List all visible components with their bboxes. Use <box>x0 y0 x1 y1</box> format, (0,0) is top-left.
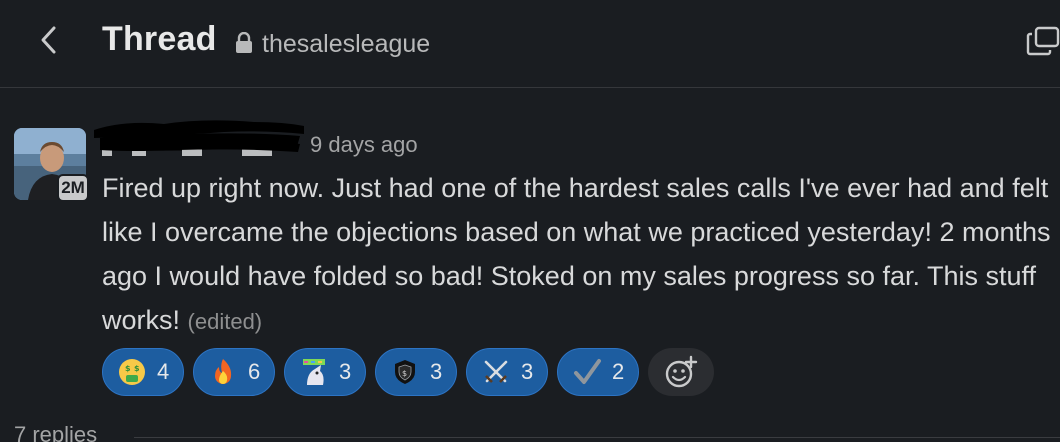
svg-text:$: $ <box>402 369 407 378</box>
fire-icon <box>215 359 232 384</box>
lock-icon <box>236 32 252 53</box>
reaction-count: 6 <box>248 359 261 384</box>
reaction-count: 3 <box>430 359 443 384</box>
channel-name[interactable]: thesalesleague <box>262 30 430 59</box>
reaction-count: 2 <box>612 359 625 384</box>
money-mouth-face-icon: $ $ <box>119 359 145 385</box>
message-text: Fired up right now. Just had one of the … <box>102 166 1057 344</box>
reaction-fire[interactable]: 6 <box>193 348 275 396</box>
message-timestamp[interactable]: 9 days ago <box>310 132 418 158</box>
reaction-count: 3 <box>339 359 352 384</box>
thread-view: Thread thesalesleague 2M 9 days ago Fire… <box>0 0 1060 442</box>
reaction-bar: $ $ 4 6 3 $ 3 3 2 <box>102 348 714 396</box>
shield-badge-icon: $ <box>395 360 415 384</box>
chevron-left-icon[interactable] <box>36 22 62 58</box>
page-title: Thread <box>102 20 217 58</box>
replies-divider <box>134 437 1060 438</box>
unicorn-money-icon <box>303 359 325 385</box>
add-emoji-icon <box>665 355 698 388</box>
crossed-swords-icon <box>484 360 508 383</box>
open-in-window-icon[interactable] <box>1026 24 1060 58</box>
status-badge: 2M <box>57 174 89 202</box>
reaction-crossed-swords[interactable]: 3 <box>466 348 548 396</box>
author-name-redacted[interactable] <box>92 116 312 160</box>
svg-text:$: $ <box>134 364 140 373</box>
edited-label: (edited) <box>187 309 263 334</box>
svg-text:$: $ <box>125 364 131 373</box>
replies-count: 7 replies <box>14 422 98 442</box>
thread-header: Thread thesalesleague <box>0 0 1060 88</box>
reaction-money-mouth[interactable]: $ $ 4 <box>102 348 184 396</box>
reaction-shield[interactable]: $ 3 <box>375 348 457 396</box>
reaction-unicorn-money[interactable]: 3 <box>284 348 366 396</box>
reaction-check-mark[interactable]: 2 <box>557 348 639 396</box>
reaction-count: 3 <box>521 359 534 384</box>
check-mark-icon <box>574 359 601 384</box>
reaction-count: 4 <box>157 359 170 384</box>
add-reaction-button[interactable] <box>648 348 714 396</box>
